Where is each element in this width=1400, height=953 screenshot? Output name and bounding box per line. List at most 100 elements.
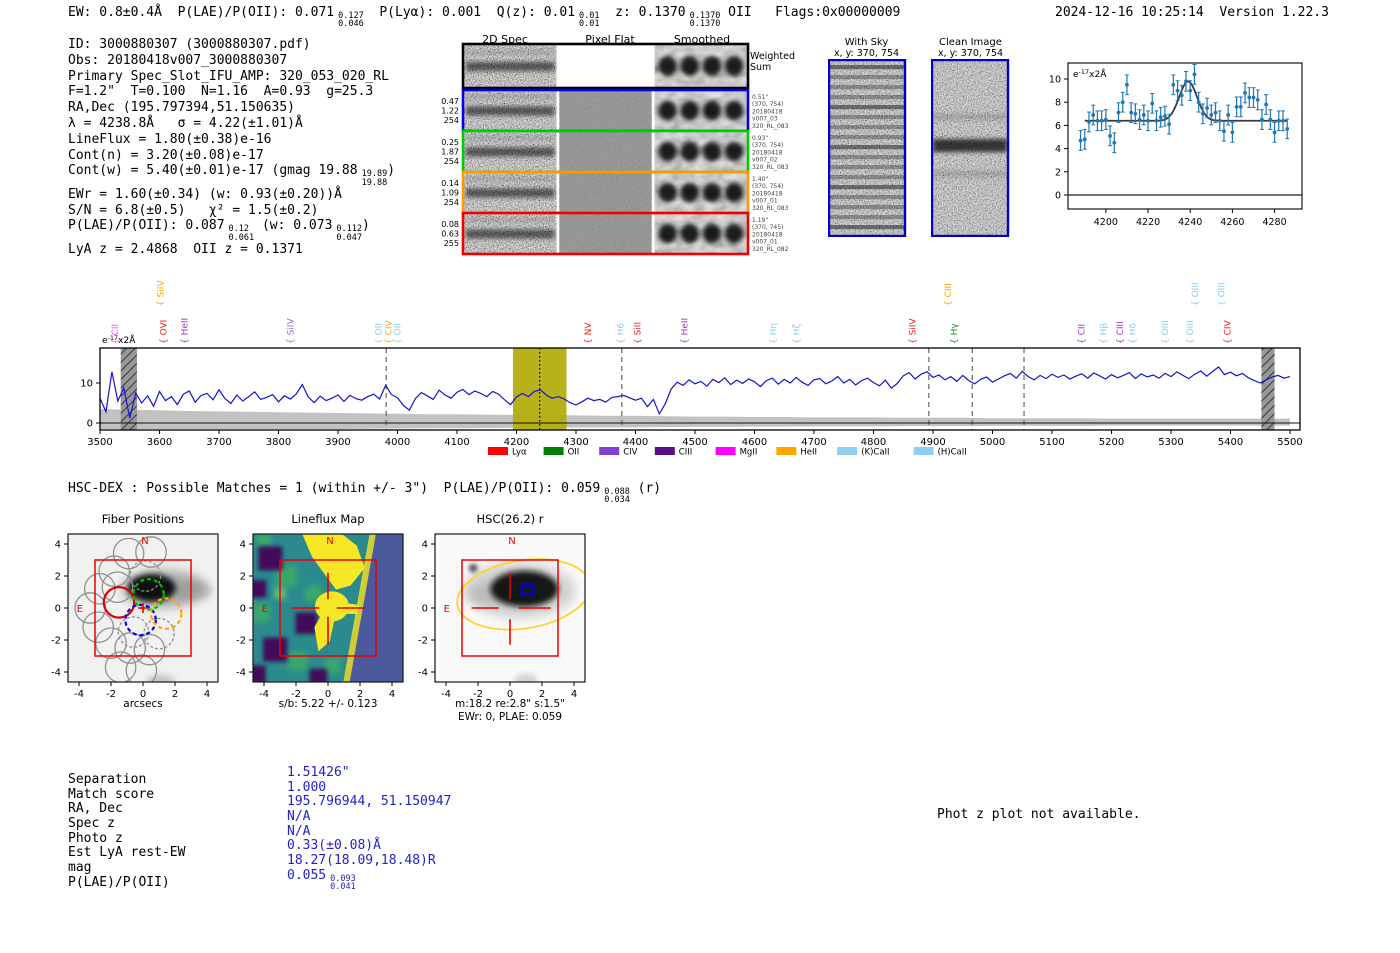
text-segment: 195.796944, 51.150947	[287, 794, 451, 809]
data-point	[1159, 115, 1163, 119]
fiber-row-weight-label: 254	[444, 198, 459, 207]
text-segment: 1.51426"	[287, 765, 350, 780]
data-point	[1133, 112, 1137, 116]
info-line: LineFlux = 1.80(±0.38)e-16	[68, 132, 395, 148]
inset-y-tick: 10	[1049, 75, 1061, 86]
rect-shape	[657, 188, 745, 199]
legend-label: (K)CaII	[861, 448, 889, 458]
data-point	[1264, 103, 1268, 107]
catalog-match-table: Separation1.51426"Match score1.000RA, De…	[68, 772, 451, 890]
legend-label: HeII	[800, 448, 817, 458]
spectral-line-label: { HeII	[180, 318, 190, 344]
inset-x-tick: 4240	[1178, 217, 1202, 228]
lineflux-image-group	[246, 531, 403, 686]
rect-shape	[830, 165, 904, 169]
spectral-line-label: { CIII	[1116, 321, 1126, 344]
text-segment: N/A	[287, 824, 310, 839]
rect-shape	[466, 147, 554, 156]
main-x-tick: 3600	[147, 437, 172, 448]
hsc-dex-header: HSC-DEX : Possible Matches = 1 (within +…	[68, 481, 661, 504]
match-table-row: RA, Dec195.796944, 51.150947	[68, 801, 451, 816]
match-row-value: 1.51426"	[287, 765, 350, 780]
text-segment: λ = 4238.8Å σ = 4.22(±1.01)Å	[68, 116, 303, 131]
main-x-tick: 3500	[87, 437, 112, 448]
main-x-tick: 4900	[920, 437, 945, 448]
data-point	[1247, 96, 1251, 100]
rect-shape	[466, 136, 554, 140]
legend-swatch	[488, 447, 508, 455]
text-segment: LyA z = 2.4868 OII z = 0.1371	[68, 242, 303, 257]
spectral-line-label: { SiII	[633, 322, 643, 344]
withsky-title: With Sky	[814, 37, 919, 48]
withsky-subtitle: x, y: 370, 754	[814, 48, 919, 59]
main-x-tick: 5100	[1039, 437, 1064, 448]
hsc-image-group	[435, 534, 595, 686]
rect-shape	[830, 215, 904, 219]
match-table-row: Spec zN/A	[68, 816, 451, 831]
info-line: Cont(w) = 5.40(±0.01)e-17 (gmag 19.8819.…	[68, 163, 395, 186]
match-row-label: Est LyA rest-EW	[68, 845, 287, 860]
main-x-tick: 5300	[1158, 437, 1183, 448]
circle-shape	[469, 564, 478, 573]
inset-x-tick: 4260	[1220, 217, 1244, 228]
rect-shape	[830, 175, 904, 179]
compass-north-label: N	[508, 536, 515, 547]
data-point	[1125, 83, 1129, 87]
panel-y-tick: 2	[240, 572, 246, 583]
rect-shape	[830, 155, 904, 159]
fraction-lo: 19.88	[362, 179, 388, 187]
data-point	[1230, 130, 1234, 134]
fiber-row-id-label: 0.51"	[752, 94, 768, 101]
match-row-value: N/A	[287, 809, 310, 824]
legend-swatch	[837, 447, 857, 455]
data-point	[1104, 118, 1108, 122]
main-x-tick: 5400	[1218, 437, 1243, 448]
spectral-line-label: { OVI	[160, 320, 170, 344]
rect-shape	[466, 62, 554, 71]
fiber-image-group	[68, 534, 218, 689]
compass-east-label: E	[262, 604, 268, 615]
legend-label: CIII	[679, 448, 692, 458]
data-point	[1100, 119, 1104, 123]
inset-x-tick: 4280	[1262, 217, 1286, 228]
rect-shape	[466, 95, 554, 99]
panel-y-tick: -2	[236, 636, 246, 647]
compass-north-label: N	[141, 536, 148, 547]
match-table-row: mag18.27(18.09,18.48)R	[68, 860, 451, 875]
fiber-row-id-label: v007_01	[752, 239, 778, 246]
main-x-tick: 4100	[444, 437, 469, 448]
rect-shape	[933, 139, 1007, 152]
legend-swatch	[599, 447, 619, 455]
fiber-row-id-label: 20180418	[752, 108, 783, 115]
info-line: Obs: 20180418v007_3000880307	[68, 53, 395, 69]
text-segment: Cont(n) = 3.20(±0.08)e-17	[68, 148, 264, 163]
rect-shape	[933, 171, 1007, 177]
data-point	[1193, 72, 1197, 76]
fiber-row-weight-label: 0.25	[441, 138, 459, 147]
main-y-tick: 10	[80, 379, 93, 390]
rect-shape	[559, 131, 651, 172]
fiber-row-id-label: (370, 754)	[752, 183, 783, 190]
fiber-row-weight-label: 254	[444, 157, 459, 166]
tspan-shape: x2Å	[1089, 68, 1107, 80]
match-row-value: 0.33(±0.08)Å	[287, 838, 381, 853]
match-row-label: Match score	[68, 787, 287, 802]
inset-y-tick: 4	[1055, 144, 1061, 155]
rect-shape	[830, 135, 904, 139]
inset-x-tick: 4220	[1136, 217, 1160, 228]
info-line: Primary Spec_Slot_IFU_AMP: 320_053_020_R…	[68, 69, 395, 85]
stacked-fraction: 0.1120.047	[336, 225, 362, 241]
fiber-xlabel: arcsecs	[68, 698, 218, 710]
data-point	[1256, 98, 1260, 102]
stacked-fraction: 0.0930.041	[330, 875, 356, 891]
panel-y-tick: 2	[55, 572, 61, 583]
fiber-row-id-label: v007_03	[752, 116, 778, 123]
fiber-row-id-label: 1.40"	[752, 176, 768, 183]
legend-label: OII	[568, 448, 580, 458]
data-point	[1188, 89, 1192, 93]
legend-label: CIV	[623, 448, 637, 458]
data-point	[1222, 129, 1226, 133]
data-point	[1171, 83, 1175, 87]
info-line: LyA z = 2.4868 OII z = 0.1371	[68, 242, 395, 258]
spectral-line-label: { Hη	[769, 323, 779, 344]
